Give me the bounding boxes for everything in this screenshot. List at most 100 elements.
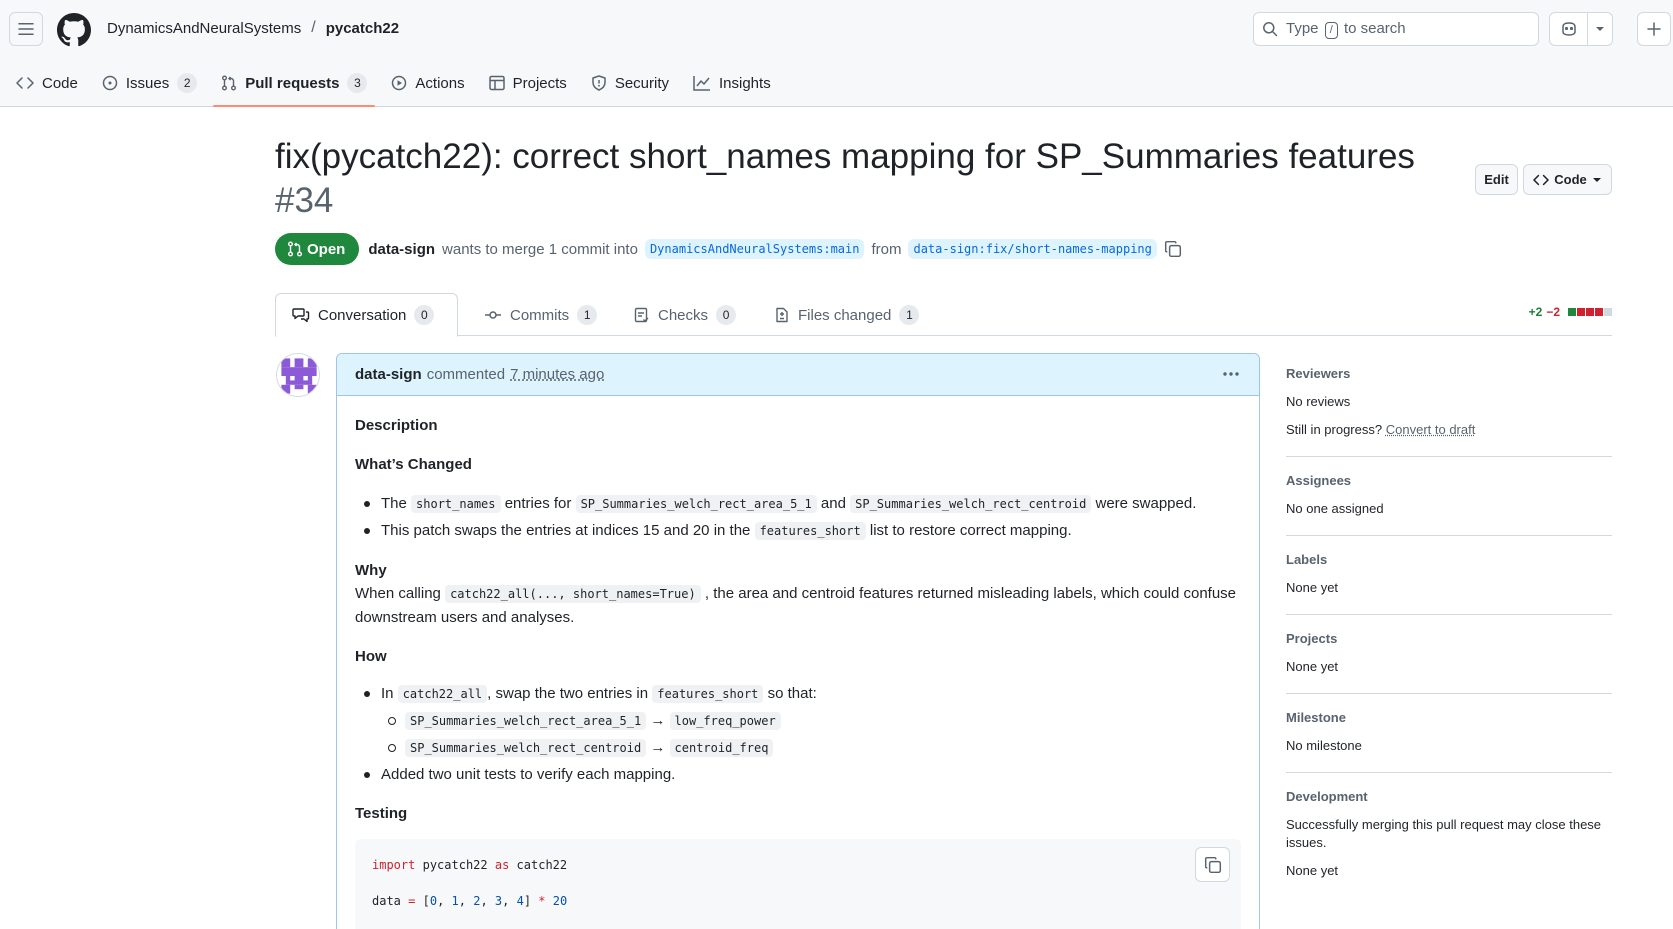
pr-tabs: Conversation 0 Commits 1 Checks 0 Files … xyxy=(275,293,1612,336)
base-branch[interactable]: DynamicsAndNeuralSystems:main xyxy=(645,239,865,259)
diffstat-square xyxy=(1568,308,1576,316)
text: The xyxy=(381,495,407,512)
code-token: = xyxy=(408,894,415,908)
code-token: as xyxy=(495,858,509,872)
tab-insights[interactable]: Insights xyxy=(685,62,779,104)
search-prefix: Type xyxy=(1286,20,1319,37)
list-item: This patch swaps the entries at indices … xyxy=(355,519,1241,543)
development-value: None yet xyxy=(1286,862,1612,880)
repo-nav: Code Issues 2 Pull requests 3 Actions Pr… xyxy=(0,62,779,107)
tab-checks-label: Checks xyxy=(658,307,708,324)
tab-projects-label: Projects xyxy=(513,75,567,92)
diffstat-square xyxy=(1586,308,1594,316)
avatar[interactable] xyxy=(276,353,320,397)
progress-question: Still in progress? xyxy=(1286,422,1382,437)
search-icon xyxy=(1262,21,1278,37)
code-token: ] xyxy=(524,894,531,908)
git-commit-icon xyxy=(484,307,502,323)
head-branch[interactable]: data-sign:fix/short-names-mapping xyxy=(908,239,1156,259)
pr-number: #34 xyxy=(275,181,333,220)
graph-icon xyxy=(693,75,711,91)
progress-row: Still in progress? Convert to draft xyxy=(1286,421,1612,439)
search-input[interactable]: Type / to search xyxy=(1253,12,1539,46)
issues-counter: 2 xyxy=(177,73,197,93)
tab-insights-label: Insights xyxy=(719,75,771,92)
tab-actions-label: Actions xyxy=(415,75,464,92)
play-icon xyxy=(391,75,407,91)
projects-heading[interactable]: Projects xyxy=(1286,631,1612,646)
checklist-icon xyxy=(634,307,650,323)
app-header: DynamicsAndNeuralSystems / pycatch22 Typ… xyxy=(0,0,1673,107)
tab-pull-requests[interactable]: Pull requests 3 xyxy=(213,62,375,104)
copilot-button[interactable] xyxy=(1549,12,1613,46)
text: entries for xyxy=(505,495,572,512)
owner-link[interactable]: DynamicsAndNeuralSystems xyxy=(107,20,301,37)
hamburger-icon xyxy=(18,21,34,37)
table-icon xyxy=(489,75,505,91)
comment-verb: commented xyxy=(427,366,505,383)
diffstat-bar xyxy=(1567,308,1612,316)
repo-link[interactable]: pycatch22 xyxy=(326,20,399,37)
pr-author-link[interactable]: data-sign xyxy=(368,241,435,258)
copy-code-button[interactable] xyxy=(1195,847,1230,882)
tab-files-changed[interactable]: Files changed 1 xyxy=(758,293,935,337)
text: When calling xyxy=(355,585,441,602)
tab-projects[interactable]: Projects xyxy=(481,62,575,104)
code-dropdown-button[interactable]: Code xyxy=(1523,164,1612,195)
tab-pull-requests-label: Pull requests xyxy=(245,75,339,92)
inline-code: centroid_freq xyxy=(670,739,774,757)
text: , swap the two entries in xyxy=(487,685,648,702)
edit-button[interactable]: Edit xyxy=(1475,164,1518,195)
code-button-label: Code xyxy=(1554,172,1587,187)
changed-heading: What’s Changed xyxy=(355,453,1241,476)
description-heading: Description xyxy=(355,414,1241,437)
comment-timestamp[interactable]: 7 minutes ago xyxy=(510,366,604,383)
comment-author-link[interactable]: data-sign xyxy=(355,366,422,383)
kebab-horizontal-icon[interactable] xyxy=(1221,364,1241,384)
arrow-text: → xyxy=(650,739,665,756)
copy-icon[interactable] xyxy=(1164,240,1182,258)
checks-counter: 0 xyxy=(716,305,736,325)
comment-header: data-sign commented 7 minutes ago xyxy=(337,354,1259,396)
labels-heading[interactable]: Labels xyxy=(1286,552,1612,567)
tab-issues[interactable]: Issues 2 xyxy=(94,62,205,104)
convert-to-draft-link[interactable]: Convert to draft xyxy=(1386,422,1476,437)
how-heading: How xyxy=(355,645,1241,668)
reviewers-heading[interactable]: Reviewers xyxy=(1286,366,1612,381)
assignees-heading[interactable]: Assignees xyxy=(1286,473,1612,488)
menu-button[interactable] xyxy=(9,12,43,46)
code-token: 0 xyxy=(430,894,437,908)
copilot-dropdown-chevron-down-icon[interactable] xyxy=(1588,13,1612,45)
list-item: The short_names entries for SP_Summaries… xyxy=(355,492,1241,516)
tab-code[interactable]: Code xyxy=(8,62,86,104)
tab-conversation[interactable]: Conversation 0 xyxy=(275,293,458,337)
tab-security[interactable]: Security xyxy=(583,62,677,104)
list-item: Added two unit tests to verify each mapp… xyxy=(355,763,1241,786)
sidebar-labels: Labels None yet xyxy=(1286,552,1612,615)
pr-sidebar: Reviewers No reviews Still in progress? … xyxy=(1286,366,1612,913)
tab-commits[interactable]: Commits 1 xyxy=(468,293,613,337)
tab-actions[interactable]: Actions xyxy=(383,62,472,104)
why-heading: Why xyxy=(355,559,1241,582)
milestone-value: No milestone xyxy=(1286,737,1612,755)
milestone-heading[interactable]: Milestone xyxy=(1286,710,1612,725)
pr-meta: Open data-sign wants to merge 1 commit i… xyxy=(275,233,1182,265)
code-icon xyxy=(16,75,34,91)
search-shortcut-key: / xyxy=(1325,22,1338,39)
create-new-plus-icon[interactable] xyxy=(1637,12,1671,46)
development-heading[interactable]: Development xyxy=(1286,789,1612,804)
git-pull-request-icon xyxy=(287,241,303,257)
tab-checks[interactable]: Checks 0 xyxy=(618,293,752,337)
assignees-value: No one assigned xyxy=(1286,500,1612,518)
copilot-icon[interactable] xyxy=(1550,13,1588,45)
issue-opened-icon xyxy=(102,75,118,91)
shield-icon xyxy=(591,75,607,91)
pulls-counter: 3 xyxy=(347,73,367,93)
breadcrumb-separator: / xyxy=(311,19,315,37)
code-line: data = [0, 1, 2, 3, 4] * 20 xyxy=(372,891,1224,911)
list-item: In catch22_all, swap the two entries in … xyxy=(355,682,1241,760)
conversation-counter: 0 xyxy=(414,305,434,325)
code-line: import pycatch22 as catch22 xyxy=(372,855,1224,875)
sidebar-projects: Projects None yet xyxy=(1286,631,1612,694)
github-logo-icon[interactable] xyxy=(57,13,91,47)
